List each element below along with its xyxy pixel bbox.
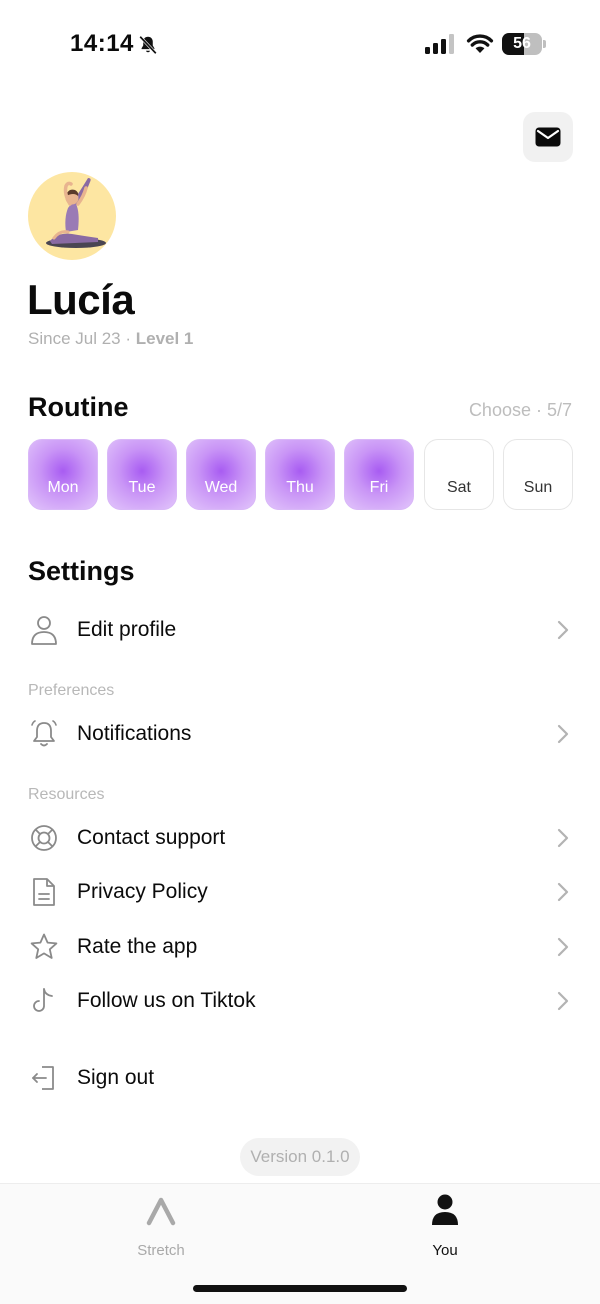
tab-you[interactable]: You [385, 1194, 505, 1264]
mail-icon [535, 127, 561, 147]
meta-separator: · [120, 329, 136, 348]
chevron-right-icon [557, 991, 569, 1011]
resources-label: Resources [28, 786, 105, 803]
user-meta: Since Jul 23 · Level 1 [28, 329, 193, 349]
day-label: Fri [369, 479, 389, 496]
lifebuoy-icon [28, 822, 60, 854]
tiktok-icon [28, 985, 60, 1017]
bell-off-icon [139, 35, 157, 55]
home-indicator[interactable] [193, 1285, 407, 1292]
profile-screen: 14:14 56 Lucía Since Jul 23 · Level 1 Ro… [0, 0, 600, 1304]
day-label: Wed [204, 479, 238, 496]
sign-out-icon [28, 1062, 60, 1094]
battery-level: 56 [513, 35, 531, 52]
user-level: Level 1 [135, 329, 194, 348]
day-label: Mon [47, 479, 79, 496]
sign-out-label: Sign out [77, 1066, 155, 1089]
notifications-row[interactable]: Notifications [28, 712, 573, 756]
document-icon [28, 876, 60, 908]
tab-you-label: You [432, 1242, 458, 1259]
preferences-label: Preferences [28, 682, 115, 699]
chevron-right-icon [557, 620, 569, 640]
star-icon [28, 931, 60, 963]
chevron-right-icon [557, 724, 569, 744]
day-label: Tue [128, 479, 156, 496]
edit-profile-label: Edit profile [77, 618, 177, 641]
user-name: Lucía [27, 276, 135, 323]
avatar[interactable] [28, 172, 116, 260]
follow-tiktok-label: Follow us on Tiktok [77, 989, 256, 1012]
day-mon[interactable]: Mon [28, 439, 98, 510]
day-wed[interactable]: Wed [186, 439, 256, 510]
day-sat[interactable]: Sat [424, 439, 494, 510]
tab-stretch-label: Stretch [137, 1242, 185, 1259]
privacy-policy-label: Privacy Policy [77, 880, 208, 903]
status-time: 14:14 [70, 30, 134, 57]
wifi-icon [466, 34, 494, 53]
chevron-right-icon [557, 828, 569, 848]
rate-app-row[interactable]: Rate the app [28, 925, 573, 969]
routine-title: Routine [28, 392, 129, 422]
battery-icon: 56 [502, 33, 546, 55]
routine-choose-label[interactable]: Choose · 5/7 [469, 400, 572, 421]
day-tue[interactable]: Tue [107, 439, 177, 510]
version-badge: Version 0.1.0 [240, 1138, 360, 1176]
bell-icon [28, 718, 60, 750]
stretch-logo-icon [146, 1197, 176, 1226]
chevron-right-icon [557, 937, 569, 957]
privacy-policy-row[interactable]: Privacy Policy [28, 870, 573, 914]
day-label: Thu [286, 479, 314, 496]
battery-body: 56 [502, 33, 542, 55]
contact-support-row[interactable]: Contact support [28, 816, 573, 860]
user-icon [28, 614, 60, 646]
day-label: Sat [446, 479, 471, 496]
edit-profile-row[interactable]: Edit profile [28, 608, 573, 652]
follow-tiktok-row[interactable]: Follow us on Tiktok [28, 979, 573, 1023]
chevron-right-icon [557, 882, 569, 902]
day-thu[interactable]: Thu [265, 439, 335, 510]
settings-title: Settings [28, 556, 135, 586]
day-sun[interactable]: Sun [503, 439, 573, 510]
day-fri[interactable]: Fri [344, 439, 414, 510]
yoga-pose-illustration [46, 178, 106, 248]
notifications-label: Notifications [77, 722, 192, 745]
rate-app-label: Rate the app [77, 935, 198, 958]
contact-support-label: Contact support [77, 826, 226, 849]
person-icon [432, 1194, 458, 1225]
member-since: Since Jul 23 [28, 329, 121, 348]
sign-out-row[interactable]: Sign out [28, 1056, 573, 1100]
tab-stretch[interactable]: Stretch [101, 1194, 221, 1264]
day-label: Sun [523, 479, 553, 496]
inbox-button[interactable] [523, 112, 573, 162]
routine-days: Mon Tue Wed Thu Fri Sat Sun [28, 439, 573, 511]
status-bar: 14:14 56 [0, 0, 600, 90]
signal-icon [425, 34, 454, 54]
battery-tip [543, 40, 546, 48]
